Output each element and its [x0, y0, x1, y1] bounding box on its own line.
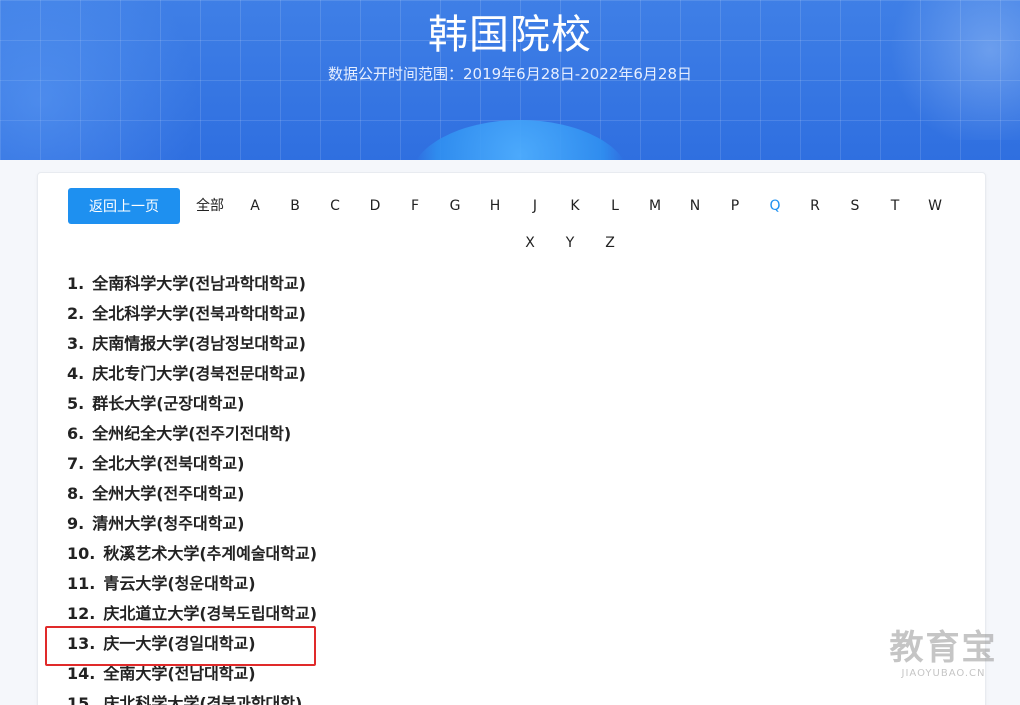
- school-list-item[interactable]: 4. 庆北专门大学(경북전문대학교): [67, 359, 317, 389]
- page-title: 韩国院校: [428, 12, 592, 58]
- letter-filter-m[interactable]: M: [635, 188, 675, 225]
- back-button[interactable]: 返回上一页: [68, 188, 180, 224]
- school-index: 1.: [67, 274, 85, 293]
- highlight-annotation-box: [45, 626, 316, 666]
- school-name[interactable]: 全北科学大学(전북과학대학교): [92, 304, 306, 323]
- school-index: 3.: [67, 334, 85, 353]
- school-list-item[interactable]: 11. 青云大学(청운대학교): [67, 569, 317, 599]
- school-name[interactable]: 庆南情报大学(경남정보대학교): [92, 334, 306, 353]
- letter-filter-all[interactable]: 全部: [185, 188, 235, 225]
- school-index: 8.: [67, 484, 85, 503]
- letter-filter-d[interactable]: D: [355, 188, 395, 225]
- school-list-item[interactable]: 3. 庆南情报大学(경남정보대학교): [67, 329, 317, 359]
- letter-filter-w[interactable]: W: [915, 188, 955, 225]
- school-list-item[interactable]: 9. 清州大学(청주대학교): [67, 509, 317, 539]
- letter-filter-b[interactable]: B: [275, 188, 315, 225]
- school-index: 15.: [67, 694, 96, 705]
- school-name[interactable]: 庆北道立大学(경북도립대학교): [103, 604, 317, 623]
- letter-filter-z[interactable]: Z: [590, 225, 630, 262]
- letter-filter-k[interactable]: K: [555, 188, 595, 225]
- letter-filter-c[interactable]: C: [315, 188, 355, 225]
- school-index: 5.: [67, 394, 85, 413]
- letter-filter-f[interactable]: F: [395, 188, 435, 225]
- school-list-item[interactable]: 10. 秋溪艺术大学(추계예술대학교): [67, 539, 317, 569]
- school-name[interactable]: 清州大学(청주대학교): [92, 514, 244, 533]
- letter-filter-q[interactable]: Q: [755, 188, 795, 225]
- letter-filter-n[interactable]: N: [675, 188, 715, 225]
- letter-filter-j[interactable]: J: [515, 188, 555, 225]
- school-index: 9.: [67, 514, 85, 533]
- school-list-item[interactable]: 1. 全南科学大学(전남과학대학교): [67, 269, 317, 299]
- school-list-item[interactable]: 8. 全州大学(전주대학교): [67, 479, 317, 509]
- school-name[interactable]: 全州纪全大学(전주기전대학): [92, 424, 291, 443]
- school-index: 2.: [67, 304, 85, 323]
- letter-filter-h[interactable]: H: [475, 188, 515, 225]
- school-index: 11.: [67, 574, 96, 593]
- letter-filter-l[interactable]: L: [595, 188, 635, 225]
- letter-filter-g[interactable]: G: [435, 188, 475, 225]
- watermark-domain: JIAOYUBAO.CN: [901, 668, 986, 679]
- letter-filter-t[interactable]: T: [875, 188, 915, 225]
- school-name[interactable]: 庆北科学大学(경북과학대학): [103, 694, 302, 705]
- school-index: 12.: [67, 604, 96, 623]
- school-list-item[interactable]: 12. 庆北道立大学(경북도립대학교): [67, 599, 317, 629]
- school-list-item[interactable]: 15. 庆北科学大学(경북과학대학): [67, 689, 317, 705]
- school-list-item[interactable]: 7. 全北大学(전북대학교): [67, 449, 317, 479]
- letter-filter-bar: 全部 A B C D F G H J K L M N P Q R S T W X Y Z: [180, 188, 960, 262]
- letter-filter-r[interactable]: R: [795, 188, 835, 225]
- school-index: 6.: [67, 424, 85, 443]
- data-date-range: 数据公开时间范围：2019年6月28日-2022年6月28日: [327, 65, 693, 83]
- school-list-item[interactable]: 5. 群长大学(군장대학교): [67, 389, 317, 419]
- school-list-item[interactable]: 6. 全州纪全大学(전주기전대학): [67, 419, 317, 449]
- school-name[interactable]: 全南科学大学(전남과학대학교): [92, 274, 306, 293]
- school-index: 7.: [67, 454, 85, 473]
- school-name[interactable]: 庆北专门大学(경북전문대학교): [92, 364, 306, 383]
- school-name[interactable]: 全州大学(전주대학교): [92, 484, 244, 503]
- school-index: 10.: [67, 544, 96, 563]
- school-name[interactable]: 群长大学(군장대학교): [92, 394, 244, 413]
- school-index: 14.: [67, 664, 96, 683]
- letter-filter-x[interactable]: X: [510, 225, 550, 262]
- letter-filter-p[interactable]: P: [715, 188, 755, 225]
- site-watermark: 教育宝 JIAOYUBAO.CN: [886, 628, 1001, 679]
- watermark-logo-text: 教育宝: [889, 628, 998, 668]
- school-list-item[interactable]: 2. 全北科学大学(전북과학대학교): [67, 299, 317, 329]
- letter-filter-a[interactable]: A: [235, 188, 275, 225]
- school-name[interactable]: 全南大学(전남대학교): [103, 664, 255, 683]
- school-name[interactable]: 全北大学(전북대학교): [92, 454, 244, 473]
- school-name[interactable]: 秋溪艺术大学(추계예술대학교): [103, 544, 317, 563]
- letter-filter-y[interactable]: Y: [550, 225, 590, 262]
- school-name[interactable]: 青云大学(청운대학교): [103, 574, 255, 593]
- header-banner: 韩国院校 数据公开时间范围：2019年6月28日-2022年6月28日: [0, 0, 1020, 160]
- school-index: 4.: [67, 364, 85, 383]
- letter-filter-s[interactable]: S: [835, 188, 875, 225]
